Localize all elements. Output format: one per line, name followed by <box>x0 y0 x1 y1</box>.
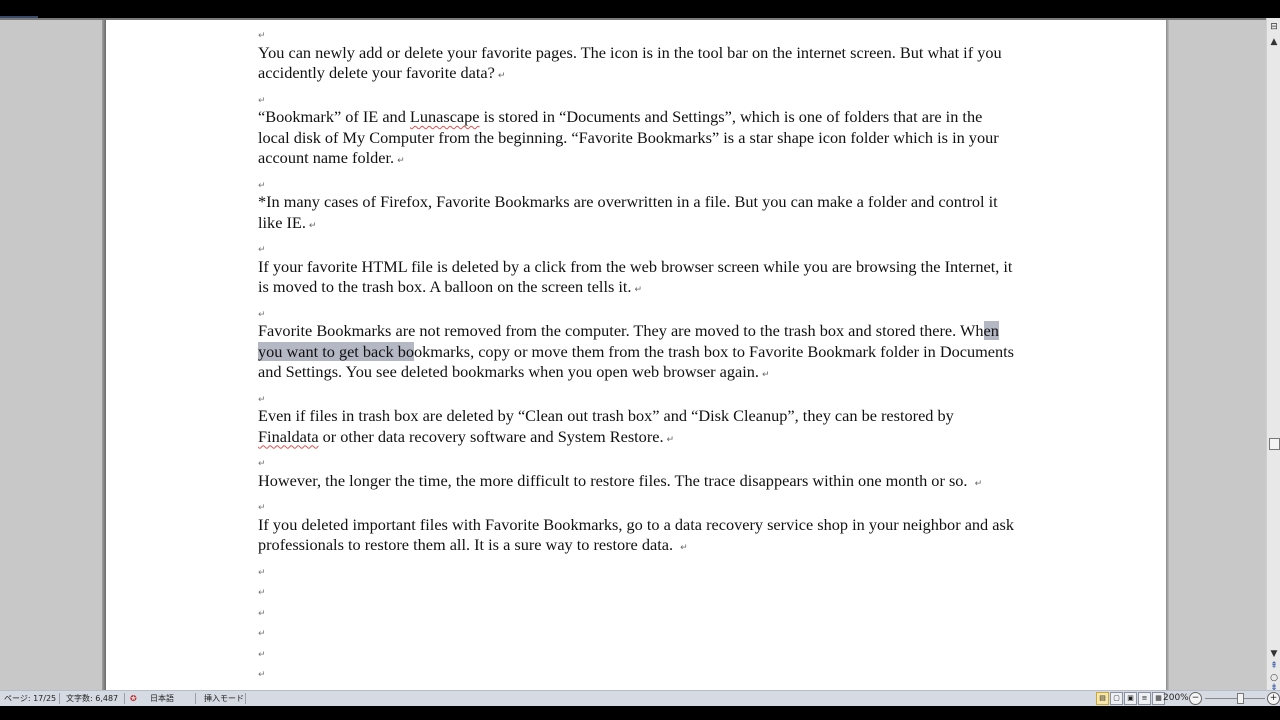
empty-paragraph: ↵ <box>258 31 266 41</box>
misspelled-word[interactable]: Lunascape <box>410 107 480 126</box>
empty-paragraph: ↵ <box>258 608 266 619</box>
scrollbar-thumb[interactable] <box>1269 438 1280 450</box>
page-shadow-right <box>1166 20 1169 692</box>
misspelled-word[interactable]: Finaldata <box>258 427 319 446</box>
empty-paragraph: ↵ <box>258 309 266 320</box>
window-top-bar <box>0 0 1280 17</box>
empty-paragraph: ↵ <box>258 394 266 405</box>
paragraph-mark: ↵ <box>974 478 983 489</box>
empty-paragraph: ↵ <box>258 459 266 469</box>
paragraph-mark: ↵ <box>762 370 770 380</box>
paragraph-7[interactable]: However, the longer the time, the more d… <box>258 471 1018 495</box>
paragraph-1[interactable]: You can newly add or delete your favorit… <box>258 43 1018 87</box>
insert-mode-status[interactable]: 挿入モード <box>204 693 244 704</box>
zoom-slider-track[interactable] <box>1205 698 1265 699</box>
window-bottom-bar <box>0 706 1280 720</box>
print-layout-view-button[interactable]: ▤ <box>1096 692 1109 705</box>
document-workspace: ↵ You can newly add or delete your favor… <box>0 18 1266 692</box>
paragraph-mark: ↵ <box>397 156 405 166</box>
status-separator <box>59 693 60 704</box>
paragraph-8[interactable]: If you deleted important files with Favo… <box>258 515 1018 559</box>
page-number-status[interactable]: ページ: 17/25 <box>4 693 56 704</box>
empty-paragraph: ↵ <box>258 649 266 660</box>
paragraph-3[interactable]: *In many cases of Firefox, Favorite Book… <box>258 192 1018 236</box>
scroll-up-arrow-icon[interactable]: ▲ <box>1268 36 1280 48</box>
zoom-level[interactable]: 200% <box>1163 693 1189 704</box>
outline-view-button[interactable]: ≡ <box>1138 692 1151 705</box>
full-screen-reading-view-button[interactable]: ▢ <box>1110 692 1123 705</box>
status-separator <box>124 693 125 704</box>
paragraph-5[interactable]: Favorite Bookmarks are not removed from … <box>258 321 1018 386</box>
paragraph-mark: ↵ <box>497 71 506 81</box>
empty-paragraph: ↵ <box>258 95 266 106</box>
paragraph-mark: ↵ <box>680 543 688 553</box>
status-separator <box>195 693 196 704</box>
language-status[interactable]: 日本語 <box>150 693 174 704</box>
empty-paragraph: ↵ <box>258 588 266 598</box>
proofing-icon[interactable]: ✪ <box>130 693 137 704</box>
paragraph-2[interactable]: “Bookmark” of IE and Lunascape is stored… <box>258 107 1018 172</box>
empty-paragraph: ↵ <box>258 567 266 578</box>
zoom-in-button[interactable]: + <box>1267 692 1280 705</box>
paragraph-6[interactable]: Even if files in trash box are deleted b… <box>258 406 1018 450</box>
previous-page-icon[interactable]: ⇞ <box>1268 660 1280 672</box>
empty-paragraph: ↵ <box>258 629 266 639</box>
document-body[interactable]: ↵ You can newly add or delete your favor… <box>258 22 1018 682</box>
empty-paragraph: ↵ <box>258 670 266 680</box>
paragraph-4[interactable]: If your favorite HTML file is deleted by… <box>258 257 1018 301</box>
status-separator <box>245 693 246 704</box>
paragraph-mark: ↵ <box>308 220 317 231</box>
word-count-status[interactable]: 文字数: 6,487 <box>66 693 118 704</box>
empty-paragraph: ↵ <box>258 503 266 513</box>
web-layout-view-button[interactable]: ▣ <box>1124 692 1137 705</box>
zoom-out-button[interactable]: − <box>1189 692 1202 705</box>
paragraph-mark: ↵ <box>634 285 643 295</box>
zoom-slider-thumb[interactable] <box>1237 693 1244 704</box>
paragraph-mark: ↵ <box>666 434 675 445</box>
status-bar: ページ: 17/25 文字数: 6,487 ✪ 日本語 挿入モード ▤ ▢ ▣ … <box>0 690 1280 706</box>
empty-paragraph: ↵ <box>258 245 266 255</box>
document-page[interactable]: ↵ You can newly add or delete your favor… <box>106 20 1166 692</box>
scroll-down-arrow-icon[interactable]: ▼ <box>1268 648 1280 660</box>
empty-paragraph: ↵ <box>258 180 266 191</box>
split-window-icon[interactable]: ⊟ <box>1268 21 1280 33</box>
vertical-scrollbar[interactable]: ⊟ ▲ ▼ ⇞ ○ ⇟ <box>1266 18 1280 693</box>
